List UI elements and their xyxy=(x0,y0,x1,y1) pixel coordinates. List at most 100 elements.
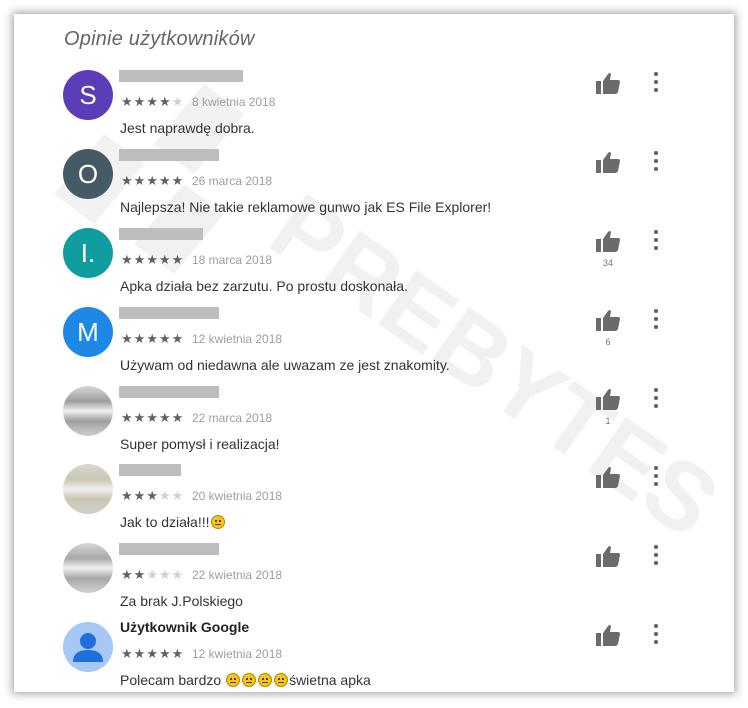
reviewer-name-redacted xyxy=(119,149,219,161)
thumbs-up-icon[interactable] xyxy=(596,388,620,410)
reviewer-name-redacted xyxy=(119,543,219,555)
star-icon: ★ xyxy=(121,646,134,661)
review-date: 22 kwietnia 2018 xyxy=(192,568,283,582)
review-text-after: świetna apka xyxy=(289,672,371,688)
review-text: Polecam bardzo świetna apka xyxy=(120,672,371,688)
star-icon: ★ xyxy=(158,331,172,346)
avatar xyxy=(63,464,113,514)
review-text: Jak to działa!!! xyxy=(120,514,226,530)
dot xyxy=(654,640,658,644)
review-date: 12 kwietnia 2018 xyxy=(192,332,283,346)
more-options-icon[interactable] xyxy=(650,72,662,92)
emoji-icon xyxy=(226,673,241,687)
review-text-main: Używam od niedawna ale uwazam ze jest zn… xyxy=(120,357,450,373)
thumbs-up-icon[interactable] xyxy=(596,309,620,331)
review-item: S ★★★★★ 8 kwietnia 2018 Jest naprawdę dobra… xyxy=(14,70,734,148)
review-text-main: Polecam bardzo xyxy=(120,672,226,688)
star-icon: ★ xyxy=(158,567,172,582)
dot xyxy=(654,632,658,636)
thumbs-up-icon[interactable] xyxy=(596,545,620,567)
review-text-main: Jak to działa!!! xyxy=(120,514,210,530)
avatar xyxy=(63,386,113,436)
review-text-main: Apka działa bez zarzutu. Po prostu dosko… xyxy=(120,278,408,294)
more-options-icon[interactable] xyxy=(650,309,662,329)
avatar: S xyxy=(63,70,113,120)
star-icon: ★ xyxy=(171,94,185,109)
thumbs-up-icon[interactable] xyxy=(596,624,620,646)
dot xyxy=(654,167,658,171)
dot xyxy=(654,230,658,234)
star-icon: ★ xyxy=(158,646,172,661)
avatar: I. xyxy=(63,228,113,278)
star-icon: ★ xyxy=(133,410,147,425)
more-options-icon[interactable] xyxy=(650,624,662,644)
star-icon: ★ xyxy=(146,252,159,267)
star-icon: ★ xyxy=(171,252,185,267)
review-date: 20 kwietnia 2018 xyxy=(192,489,283,503)
review-text-main: Super pomysł i realizacja! xyxy=(120,436,280,452)
star-rating: ★★★★★ xyxy=(121,646,184,662)
star-rating: ★★★★★ xyxy=(121,567,184,583)
dot xyxy=(654,80,658,84)
star-icon: ★ xyxy=(133,646,147,661)
star-icon: ★ xyxy=(121,488,134,503)
review-item: M ★★★★★ 12 kwietnia 2018 Używam od niedawna… xyxy=(14,307,734,385)
emoji-icon xyxy=(258,673,273,687)
emoji-icon xyxy=(274,673,289,687)
star-icon: ★ xyxy=(158,252,172,267)
thumbs-up-icon[interactable] xyxy=(596,72,620,94)
review-item: Użytkownik Google ★★★★★ 12 kwietnia 2018 Po… xyxy=(14,619,734,692)
dot xyxy=(654,159,658,163)
star-rating: ★★★★★ xyxy=(121,410,184,426)
star-icon: ★ xyxy=(171,331,185,346)
star-icon: ★ xyxy=(121,173,134,188)
thumbs-up-icon[interactable] xyxy=(596,230,620,252)
avatar: M xyxy=(63,307,113,357)
review-text-main: Jest naprawdę dobra. xyxy=(120,120,255,136)
star-icon: ★ xyxy=(133,488,147,503)
default-user-avatar-icon xyxy=(63,622,113,672)
more-options-icon[interactable] xyxy=(650,466,662,486)
star-icon: ★ xyxy=(121,410,134,425)
dot xyxy=(654,238,658,242)
star-icon: ★ xyxy=(146,646,159,661)
more-options-icon[interactable] xyxy=(650,230,662,250)
dot xyxy=(654,553,658,557)
review-date: 8 kwietnia 2018 xyxy=(192,95,276,109)
star-rating: ★★★★★ xyxy=(121,94,184,110)
star-icon: ★ xyxy=(133,331,147,346)
review-text: Najlepsza! Nie takie reklamowe gunwo jak… xyxy=(120,199,491,215)
review-text: Używam od niedawna ale uwazam ze jest zn… xyxy=(120,357,450,373)
star-rating: ★★★★★ xyxy=(121,173,184,189)
dot xyxy=(654,88,658,92)
star-icon: ★ xyxy=(146,410,159,425)
reviewer-name-redacted xyxy=(119,386,219,398)
star-icon: ★ xyxy=(121,567,134,582)
star-icon: ★ xyxy=(171,410,185,425)
star-icon: ★ xyxy=(171,567,185,582)
review-item: ★★★★★ 22 marca 2018 Super pomysł i realiza… xyxy=(14,386,734,464)
review-date: 22 marca 2018 xyxy=(192,411,273,425)
star-icon: ★ xyxy=(146,94,159,109)
dot xyxy=(654,72,658,76)
more-options-icon[interactable] xyxy=(650,545,662,565)
review-text: Super pomysł i realizacja! xyxy=(120,436,280,452)
dot xyxy=(654,545,658,549)
review-date: 12 kwietnia 2018 xyxy=(192,647,283,661)
thumbs-up-icon[interactable] xyxy=(596,151,620,173)
thumbs-up-icon[interactable] xyxy=(596,466,620,488)
dot xyxy=(654,561,658,565)
review-date: 18 marca 2018 xyxy=(192,253,273,267)
more-options-icon[interactable] xyxy=(650,388,662,408)
more-options-icon[interactable] xyxy=(650,151,662,171)
review-item: ★★★★★ 22 kwietnia 2018 Za brak J.Polskiego xyxy=(14,543,734,621)
review-item: ★★★★★ 20 kwietnia 2018 Jak to działa!!! xyxy=(14,464,734,542)
star-icon: ★ xyxy=(133,94,147,109)
star-icon: ★ xyxy=(158,173,172,188)
review-item: O ★★★★★ 26 marca 2018 Najlepsza! Nie takie … xyxy=(14,149,734,227)
helpful-count: 1 xyxy=(605,416,611,426)
dot xyxy=(654,325,658,329)
dot xyxy=(654,624,658,628)
review-text: Jest naprawdę dobra. xyxy=(120,120,255,136)
reviewer-name-redacted xyxy=(119,464,181,476)
